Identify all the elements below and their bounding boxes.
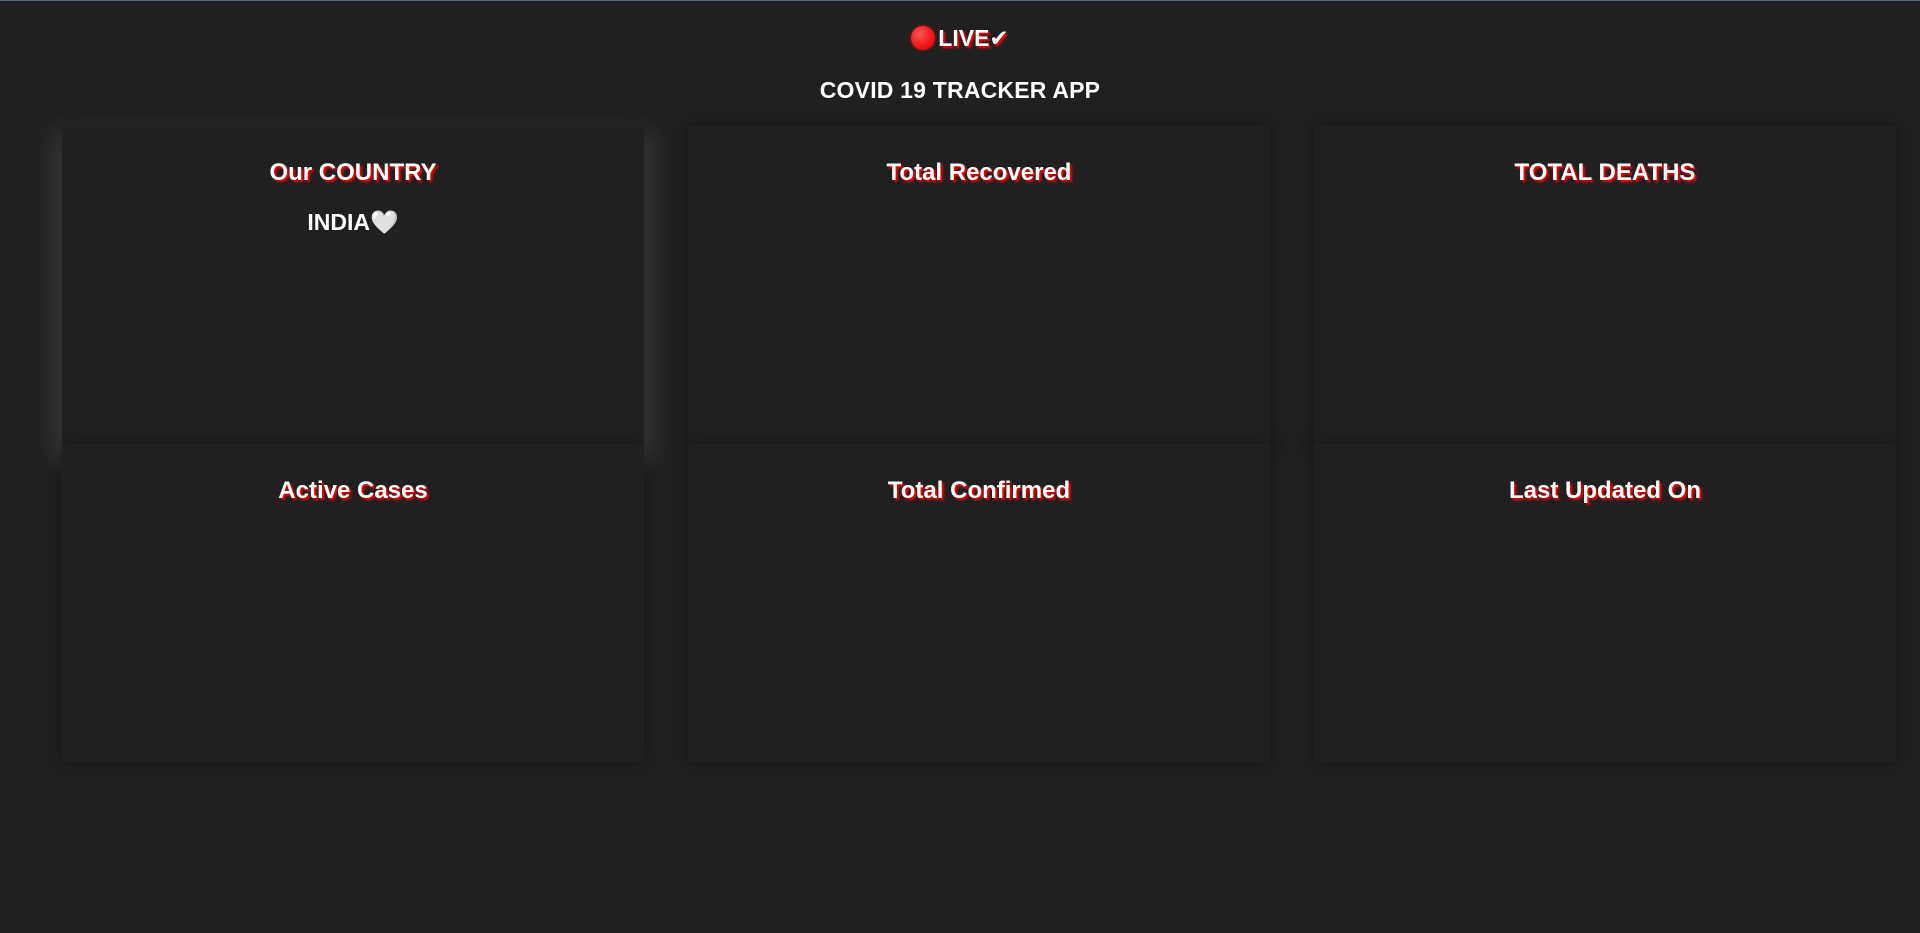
red-circle-icon xyxy=(911,26,936,50)
stats-grid: Our COUNTRY INDIA🤍 Total Recovered TOTAL… xyxy=(62,126,1898,762)
card-title-active-cases: Active Cases xyxy=(278,477,428,504)
card-total-recovered: Total Recovered xyxy=(688,126,1270,444)
card-country: Our COUNTRY INDIA🤍 xyxy=(62,126,644,444)
card-total-confirmed: Total Confirmed xyxy=(688,444,1270,762)
card-title-total-confirmed: Total Confirmed xyxy=(887,477,1071,504)
country-value: INDIA🤍 xyxy=(307,209,399,235)
live-label: LIVE✔ xyxy=(938,25,1009,51)
card-last-updated: Last Updated On xyxy=(1314,444,1896,762)
card-title-country: Our COUNTRY xyxy=(269,159,437,186)
card-total-deaths: TOTAL DEATHS xyxy=(1314,126,1896,444)
page-title: COVID 19 TRACKER APP xyxy=(819,77,1101,103)
live-indicator: LIVE✔ xyxy=(0,24,1920,52)
card-active-cases: Active Cases xyxy=(62,444,644,762)
card-title-last-updated: Last Updated On xyxy=(1508,477,1701,504)
card-title-total-recovered: Total Recovered xyxy=(886,159,1072,186)
top-border xyxy=(0,0,1920,1)
card-title-total-deaths: TOTAL DEATHS xyxy=(1514,159,1696,186)
